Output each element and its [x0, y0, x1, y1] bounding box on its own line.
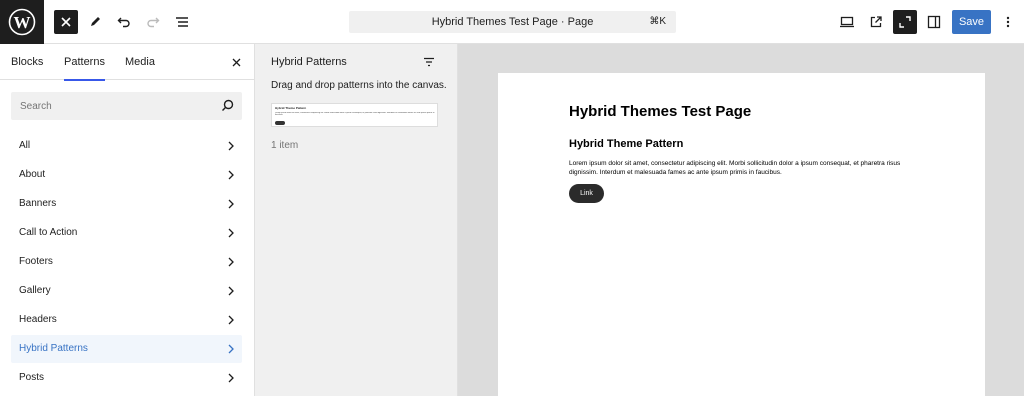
category-posts[interactable]: Posts: [11, 364, 242, 392]
category-label: Call to Action: [19, 227, 78, 238]
link-button[interactable]: Link: [569, 184, 604, 203]
fullscreen-icon: [899, 16, 911, 28]
chevron-right-icon: [228, 344, 234, 354]
external-link-icon: [870, 16, 882, 28]
chevron-right-icon: [228, 199, 234, 209]
pattern-preview-card[interactable]: Hybrid Theme Pattern Lorem ipsum dolor s…: [271, 103, 438, 127]
wordpress-logo-icon[interactable]: W: [0, 0, 44, 44]
redo-button[interactable]: [141, 10, 165, 34]
category-label: Hybrid Patterns: [19, 343, 88, 354]
pattern-search: [11, 92, 242, 120]
settings-sidebar-button[interactable]: [922, 10, 946, 34]
close-panel-button[interactable]: [228, 54, 244, 70]
chevron-right-icon: [228, 141, 234, 151]
patterns-panel: Hybrid Patterns Drag and drop patterns i…: [255, 44, 458, 396]
chevron-right-icon: [228, 170, 234, 180]
category-label: About: [19, 169, 46, 180]
category-banners[interactable]: Banners: [11, 190, 242, 218]
list-view-icon: [176, 17, 188, 27]
pencil-icon: [91, 17, 100, 26]
save-button[interactable]: Save: [952, 10, 991, 34]
patterns-panel-title: Hybrid Patterns: [271, 56, 347, 68]
chevron-right-icon: [228, 228, 234, 238]
preview-button[interactable]: [835, 10, 859, 34]
chevron-right-icon: [228, 315, 234, 325]
category-all[interactable]: All: [11, 132, 242, 160]
sidebar-icon: [927, 15, 941, 29]
category-label: All: [19, 140, 31, 151]
category-call-to-action[interactable]: Call to Action: [11, 219, 242, 247]
page-document[interactable]: Hybrid Themes Test Page Hybrid Theme Pat…: [498, 73, 985, 396]
page-title[interactable]: Hybrid Themes Test Page: [569, 103, 751, 120]
category-hybrid-patterns[interactable]: Hybrid Patterns: [11, 335, 242, 363]
inserter-tabs: Blocks Patterns Media: [0, 44, 254, 81]
mini-pattern-heading: Hybrid Theme Pattern: [275, 106, 307, 110]
desktop-icon: [840, 16, 854, 28]
pattern-paragraph[interactable]: Lorem ipsum dolor sit amet, consectetur …: [569, 159, 914, 177]
patterns-description: Drag and drop patterns into the canvas.: [271, 80, 447, 91]
more-vertical-icon: [1006, 16, 1010, 28]
category-footers[interactable]: Footers: [11, 248, 242, 276]
category-headers[interactable]: Headers: [11, 306, 242, 334]
tab-patterns[interactable]: Patterns: [64, 44, 105, 81]
tools-button[interactable]: [83, 10, 107, 34]
category-gallery[interactable]: Gallery: [11, 277, 242, 305]
close-icon: [232, 58, 240, 66]
svg-text:W: W: [14, 13, 31, 32]
editor-canvas: Hybrid Themes Test Page Hybrid Theme Pat…: [458, 44, 1024, 396]
category-label: Headers: [19, 314, 57, 325]
options-button[interactable]: [996, 10, 1020, 34]
chevron-right-icon: [228, 257, 234, 267]
category-label: Banners: [19, 198, 57, 209]
redo-icon: [147, 17, 160, 28]
search-input[interactable]: [11, 92, 211, 120]
category-label: Footers: [19, 256, 53, 267]
filter-icon[interactable]: [422, 55, 436, 69]
mini-pattern-text: Lorem ipsum dolor sit amet, consectetur …: [275, 112, 435, 116]
category-about[interactable]: About: [11, 161, 242, 189]
command-shortcut: ⌘K: [649, 16, 666, 27]
pattern-count: 1 item: [271, 140, 299, 151]
zoom-out-button[interactable]: [893, 10, 917, 34]
document-overview-button[interactable]: [170, 10, 194, 34]
close-inserter-button[interactable]: [54, 10, 78, 34]
block-inserter-panel: Blocks Patterns Media All About Banners …: [0, 44, 255, 396]
search-icon: [222, 99, 234, 111]
pattern-heading[interactable]: Hybrid Theme Pattern: [569, 138, 683, 150]
document-bar[interactable]: Hybrid Themes Test Page · Page ⌘K: [349, 11, 676, 33]
top-toolbar: W Hybrid Themes Test Page · Page ⌘K Save: [0, 0, 1024, 44]
close-icon: [61, 17, 71, 27]
mini-pattern-button: [275, 121, 285, 125]
undo-button[interactable]: [112, 10, 136, 34]
chevron-right-icon: [228, 373, 234, 383]
view-page-button[interactable]: [864, 10, 888, 34]
chevron-right-icon: [228, 286, 234, 296]
undo-icon: [117, 17, 130, 28]
document-title: Hybrid Themes Test Page · Page: [431, 16, 594, 28]
tab-media[interactable]: Media: [125, 44, 155, 80]
tab-blocks[interactable]: Blocks: [11, 44, 43, 80]
category-label: Posts: [19, 372, 45, 383]
category-label: Gallery: [19, 285, 51, 296]
